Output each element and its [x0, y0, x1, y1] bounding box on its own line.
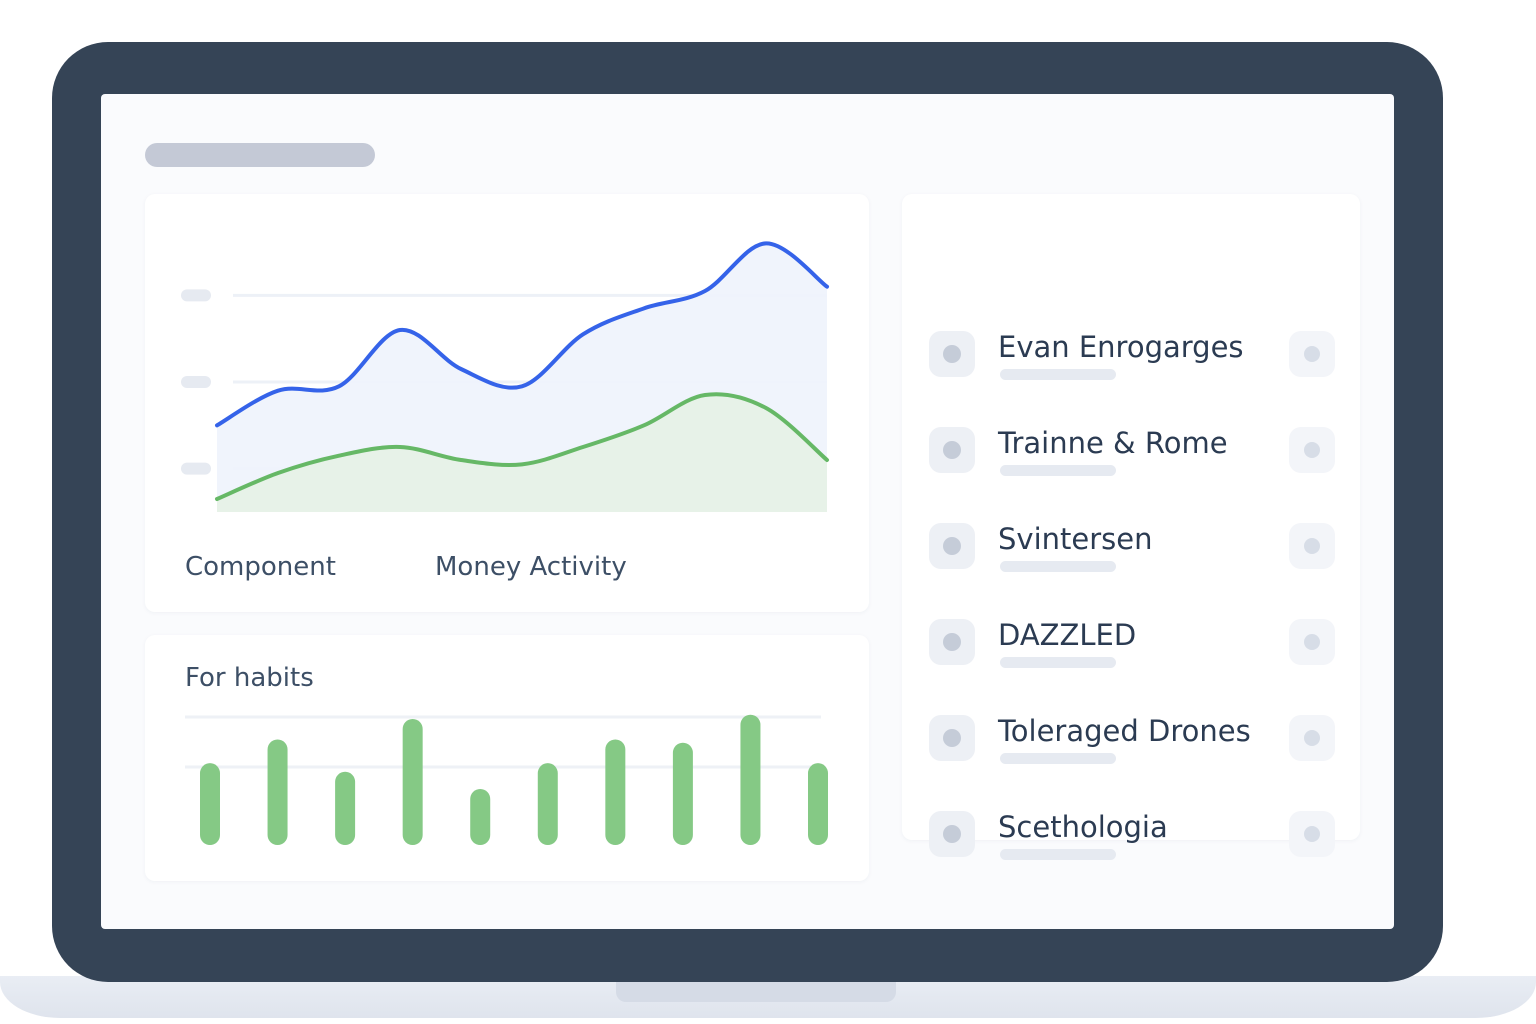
item-action-button[interactable] [1289, 427, 1335, 473]
list-item[interactable]: Toleraged Drones [902, 714, 1360, 774]
list-item-name: Svintersen [998, 522, 1153, 556]
chart-label-component[interactable]: Component [185, 552, 336, 582]
bar [740, 714, 761, 845]
bar [402, 719, 423, 845]
axis-tick-placeholder [181, 289, 211, 302]
bar [200, 763, 220, 845]
avatar-icon [929, 811, 975, 857]
list-item[interactable]: Svintersen [902, 522, 1360, 582]
list-item-subtitle-placeholder [1000, 657, 1116, 668]
title-placeholder [145, 143, 375, 167]
bar-chart-card: For habits [145, 635, 869, 881]
bar [470, 789, 491, 845]
chart-label-money-activity[interactable]: Money Activity [435, 552, 627, 582]
bar-chart [185, 714, 828, 845]
list-item[interactable]: Evan Enrogarges [902, 330, 1360, 390]
list-item-name: Toleraged Drones [998, 714, 1251, 748]
list-item-name: Trainne & Rome [998, 426, 1228, 460]
list-item[interactable]: Scethologia [902, 810, 1360, 870]
avatar-icon [929, 715, 975, 761]
list-item-name: DAZZLED [998, 618, 1137, 652]
item-action-button[interactable] [1289, 715, 1335, 761]
contact-list: Evan Enrogarges Trainne & Rome Svinterse… [902, 194, 1360, 860]
list-item-subtitle-placeholder [1000, 849, 1116, 860]
item-action-button[interactable] [1289, 523, 1335, 569]
list-item[interactable]: DAZZLED [902, 618, 1360, 678]
line-chart [181, 241, 829, 512]
avatar-icon [929, 523, 975, 569]
avatar-icon [929, 427, 975, 473]
avatar-icon [929, 619, 975, 665]
bar [672, 742, 693, 845]
item-action-button[interactable] [1289, 619, 1335, 665]
list-item-subtitle-placeholder [1000, 561, 1116, 572]
avatar-icon [929, 331, 975, 377]
bar [605, 739, 626, 845]
item-action-button[interactable] [1289, 811, 1335, 857]
list-item-subtitle-placeholder [1000, 465, 1116, 476]
list-item-name: Scethologia [998, 810, 1168, 844]
list-item-subtitle-placeholder [1000, 369, 1116, 380]
item-action-button[interactable] [1289, 331, 1335, 377]
dashboard-screen: Component Money Activity For habits Evan… [101, 94, 1394, 929]
bar [537, 763, 558, 845]
bar [335, 771, 356, 845]
list-item[interactable]: Trainne & Rome [902, 426, 1360, 486]
axis-tick-placeholder [181, 462, 211, 475]
bar [267, 739, 288, 845]
axis-tick-placeholder [181, 376, 211, 388]
list-item-subtitle-placeholder [1000, 753, 1116, 764]
bar [808, 763, 828, 845]
list-item-name: Evan Enrogarges [998, 330, 1244, 364]
line-chart-card: Component Money Activity [145, 194, 869, 612]
